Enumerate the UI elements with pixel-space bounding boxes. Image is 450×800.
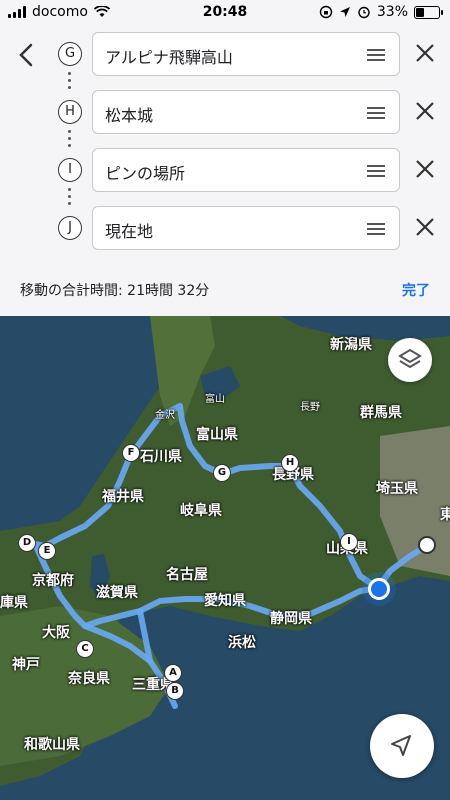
map-label: 静岡県 bbox=[270, 611, 312, 627]
drag-handle-icon[interactable] bbox=[367, 107, 385, 119]
map-label: 庫県 bbox=[0, 595, 28, 611]
map-label: 名古屋 bbox=[166, 567, 208, 583]
status-bar: docomo 20:48 33% bbox=[0, 0, 450, 26]
route-marker[interactable]: F bbox=[122, 444, 140, 462]
route-marker[interactable]: H bbox=[281, 454, 299, 472]
drag-handle-icon[interactable] bbox=[367, 165, 385, 177]
route-marker[interactable]: B bbox=[166, 682, 184, 700]
map-label: 愛知県 bbox=[204, 593, 246, 609]
waypoint-letter: G bbox=[58, 42, 82, 66]
map-label: 浜松 bbox=[228, 635, 256, 651]
route-marker[interactable]: C bbox=[76, 640, 94, 658]
route-marker[interactable]: A bbox=[164, 664, 182, 682]
map-label: 長野 bbox=[300, 402, 320, 413]
route-dots bbox=[68, 72, 72, 89]
route-marker[interactable]: D bbox=[18, 534, 36, 552]
remove-waypoint-icon[interactable] bbox=[414, 158, 436, 180]
waypoint-letter: I bbox=[58, 158, 82, 182]
remove-waypoint-icon[interactable] bbox=[414, 216, 436, 238]
waypoint-row: I ピンの場所 bbox=[0, 146, 450, 194]
orientation-lock-icon bbox=[319, 5, 333, 19]
map-label: 京都府 bbox=[32, 573, 74, 589]
navigation-arrow-icon bbox=[391, 735, 411, 756]
map-label: 石川県 bbox=[140, 449, 182, 465]
route-dots bbox=[68, 188, 72, 205]
route-dots bbox=[68, 130, 72, 147]
waypoint-row: G アルピナ飛騨高山 bbox=[0, 30, 450, 78]
battery-icon bbox=[414, 5, 443, 19]
layers-icon bbox=[398, 348, 422, 369]
route-marker[interactable]: G bbox=[213, 464, 231, 482]
total-travel-time: 移動の合計時間: 21時間 32分 bbox=[20, 283, 210, 299]
waypoint-row: J 現在地 bbox=[0, 204, 450, 252]
map-label: 福井県 bbox=[102, 489, 144, 505]
waypoint-text: 松本城 bbox=[105, 106, 154, 125]
map-label: 神戸 bbox=[12, 657, 40, 673]
map-label: 大阪 bbox=[42, 625, 70, 641]
waypoint-text: アルピナ飛騨高山 bbox=[105, 48, 233, 67]
layers-button[interactable] bbox=[388, 338, 432, 382]
map-label: 金沢 bbox=[155, 410, 175, 421]
waypoint-field[interactable]: 松本城 bbox=[92, 90, 400, 134]
navigation-button[interactable] bbox=[370, 714, 434, 778]
waypoint-field[interactable]: ピンの場所 bbox=[92, 148, 400, 192]
remove-waypoint-icon[interactable] bbox=[414, 42, 436, 64]
map-label: 富山 bbox=[205, 394, 225, 405]
drag-handle-icon[interactable] bbox=[367, 223, 385, 235]
location-arrow-icon bbox=[339, 7, 350, 17]
current-location-dot bbox=[368, 578, 390, 600]
waypoint-field[interactable]: 現在地 bbox=[92, 206, 400, 250]
route-marker[interactable]: I bbox=[340, 533, 358, 551]
battery-percent: 33% bbox=[376, 4, 408, 20]
waypoint-text: ピンの場所 bbox=[105, 164, 186, 183]
done-button[interactable]: 完了 bbox=[402, 280, 430, 300]
map-view[interactable]: 新潟県 群馬県 長野 長野県 富山 富山県 金沢 石川県 福井県 岐阜県 埼玉県… bbox=[0, 316, 450, 800]
route-marker[interactable]: E bbox=[38, 542, 56, 560]
map-label: 東 bbox=[440, 507, 450, 523]
map-label: 奈良県 bbox=[68, 671, 110, 687]
map-label: 滋賀県 bbox=[96, 585, 138, 601]
waypoint-letter: J bbox=[58, 216, 82, 240]
map-label: 和歌山県 bbox=[24, 737, 80, 753]
map-label: 岐阜県 bbox=[180, 503, 222, 519]
waypoint-text: 現在地 bbox=[105, 222, 154, 241]
map-label: 埼玉県 bbox=[376, 481, 418, 497]
waypoint-field[interactable]: アルピナ飛騨高山 bbox=[92, 32, 400, 76]
alarm-icon bbox=[358, 6, 370, 19]
directions-panel: G アルピナ飛騨高山 H 松本城 I ピンの場所 J 現在地 移動の合計時間: … bbox=[0, 26, 450, 316]
waypoint-letter: H bbox=[58, 100, 82, 124]
waypoint-row: H 松本城 bbox=[0, 88, 450, 136]
route-start-marker[interactable] bbox=[418, 536, 436, 554]
map-label: 富山県 bbox=[196, 427, 238, 443]
map-label: 新潟県 bbox=[330, 337, 372, 353]
remove-waypoint-icon[interactable] bbox=[414, 100, 436, 122]
map-label: 群馬県 bbox=[360, 405, 402, 421]
drag-handle-icon[interactable] bbox=[367, 49, 385, 61]
